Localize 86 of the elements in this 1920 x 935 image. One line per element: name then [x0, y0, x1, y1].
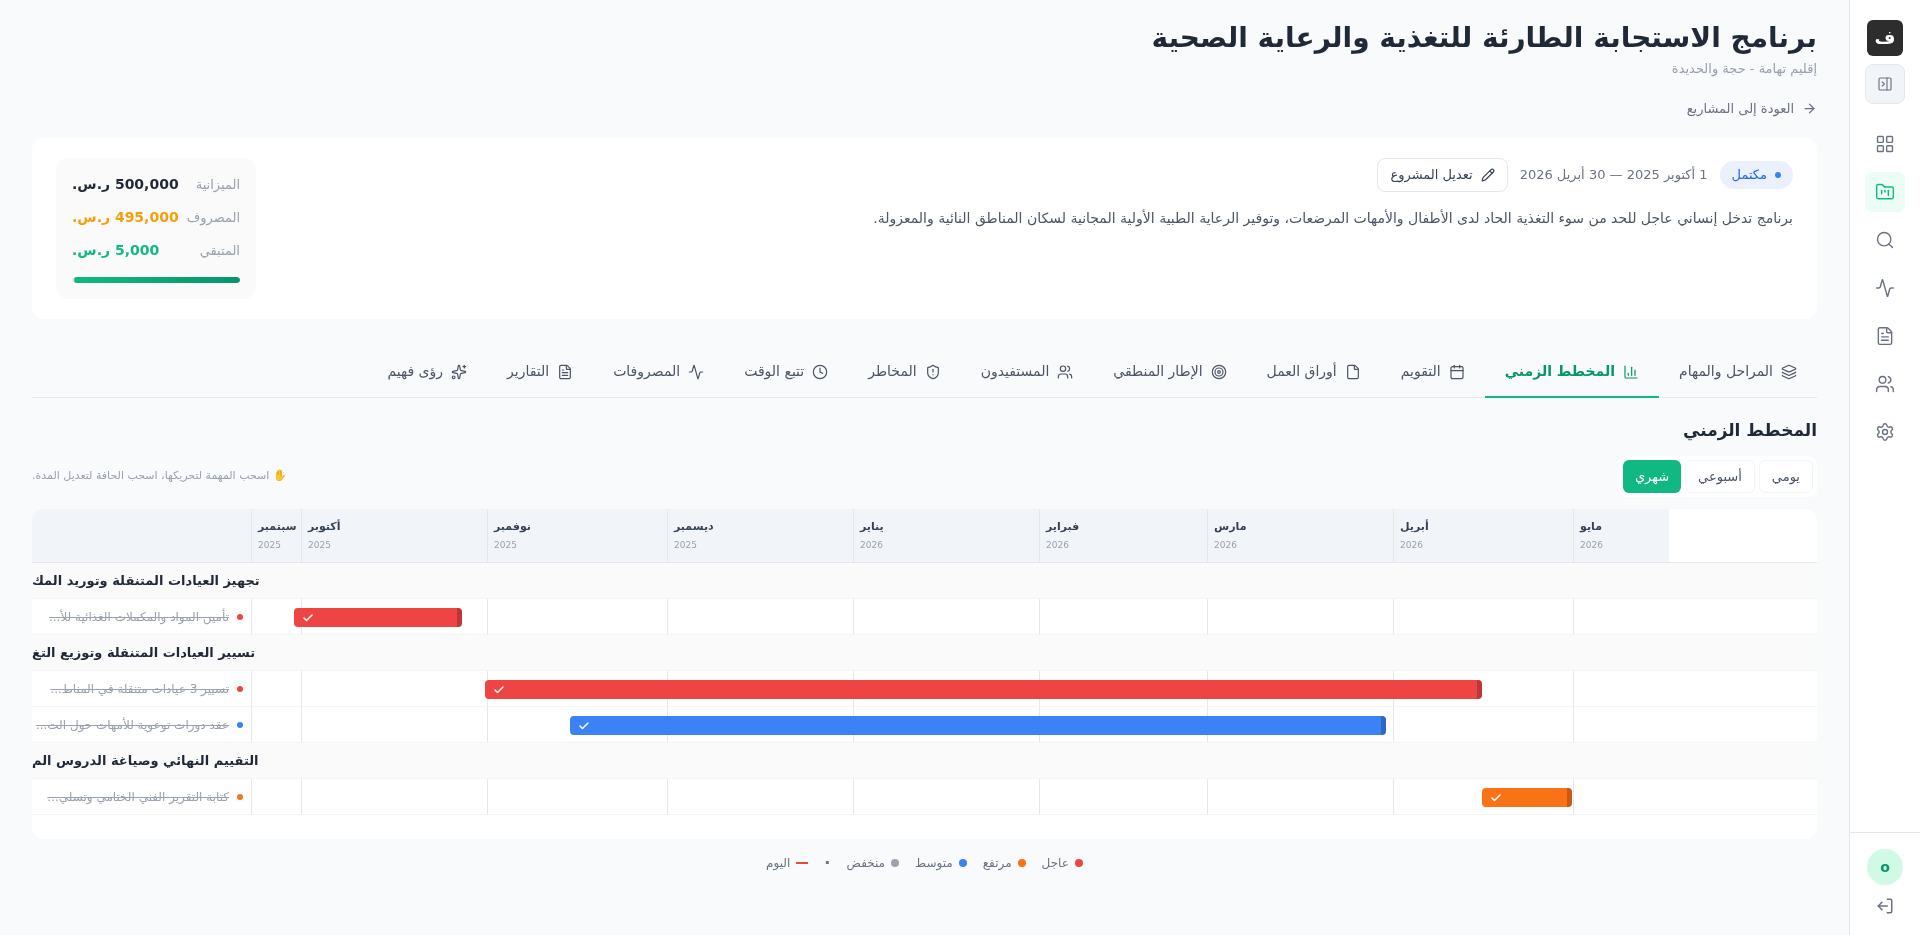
nav-item[interactable]	[1865, 172, 1905, 212]
budget-value: 495,000 ر.س.	[72, 208, 179, 227]
activity-icon	[688, 363, 705, 380]
section-title: المخطط الزمني	[1683, 419, 1817, 443]
grid-icon	[1875, 134, 1895, 154]
legend-label: متوسط	[915, 855, 953, 872]
tab[interactable]: المصروفات	[593, 347, 725, 398]
budget-value: 5,000 ر.س.	[72, 241, 160, 260]
tab[interactable]: التقارير	[487, 347, 594, 398]
month-name: يناير	[860, 518, 884, 535]
legend-label: عاجل	[1041, 855, 1069, 872]
month-year: 2025	[258, 539, 281, 552]
layers-icon	[1781, 363, 1797, 380]
logout-icon[interactable]	[1876, 897, 1894, 915]
today-line-icon	[796, 862, 809, 864]
users-icon	[1057, 363, 1074, 380]
folder-icon	[1875, 182, 1895, 202]
tab[interactable]: المستفيدون	[960, 347, 1094, 398]
check-icon	[578, 719, 590, 732]
users-icon	[1875, 374, 1895, 394]
budget-label: المصروف	[186, 208, 240, 228]
activity-icon	[1875, 278, 1895, 298]
month-year: 2025	[674, 539, 697, 552]
month-year: 2026	[1214, 539, 1237, 552]
phase-name: تسيير العيادات المتنقلة وتوزيع التغ	[32, 643, 256, 662]
tab[interactable]: المخاطر	[848, 347, 961, 398]
month-name: سبتمبر	[258, 518, 297, 535]
project-description: برنامج تدخل إنساني عاجل للحد من سوء التغذية الحاد لدى الأطفال والأمهات المرضعات، وتوفير الرعاية الطبية الأولية المجانية لسكان المناطق النائية والمعزولة.	[873, 208, 1793, 229]
calendar-icon	[1448, 363, 1465, 380]
month-name: أكتوبر	[308, 518, 341, 535]
check-icon	[302, 611, 314, 624]
month-year: 2026	[1580, 539, 1603, 552]
month-name: فبراير	[1046, 518, 1080, 535]
status-badge: مكتمل	[1719, 161, 1793, 189]
legend-label: اليوم	[766, 855, 791, 872]
bar-chart-icon	[1623, 363, 1640, 380]
edit-project-button[interactable]: تعديل المشروع	[1377, 158, 1508, 192]
phase-name: التقييم النهائي وصياغة الدروس الم	[32, 751, 259, 770]
month-year: 2026	[1046, 539, 1069, 552]
month-year: 2025	[494, 539, 517, 552]
month-year: 2026	[1400, 539, 1423, 552]
settings-icon	[1875, 422, 1895, 442]
document-icon	[1344, 363, 1361, 380]
drag-hint: ✋ اسحب المهمة لتحريكها، اسحب الحافة لتعديل المدة.	[32, 468, 287, 484]
page-title: برنامج الاستجابة الطارئة للتغذية والرعاية الصحية	[1151, 20, 1817, 55]
month-year: 2025	[308, 539, 331, 552]
month-name: أبريل	[1400, 518, 1429, 535]
target-icon	[1210, 363, 1227, 380]
tab[interactable]: تتبع الوقت	[724, 347, 849, 398]
page-subtitle: إقليم تهامة - حجة والحديدة	[1671, 60, 1817, 79]
legend-label: منخفض	[846, 855, 885, 872]
document-icon	[1875, 326, 1895, 346]
tab[interactable]: التقويم	[1380, 347, 1485, 398]
tab[interactable]: أوراق العمل	[1246, 347, 1381, 398]
tab[interactable]: المخطط الزمني	[1484, 347, 1660, 398]
app-logo[interactable]: ف	[1867, 20, 1903, 56]
report-icon	[557, 363, 574, 380]
sparkles-icon	[451, 363, 468, 380]
budget-label: المتبقي	[199, 241, 240, 260]
view-toggle[interactable]: يومي	[1758, 459, 1813, 493]
month-year: 2026	[860, 539, 883, 552]
collapse-button[interactable]	[1865, 64, 1905, 104]
budget-value: 500,000 ر.س.	[72, 175, 179, 194]
search-icon	[1875, 230, 1895, 250]
month-name: مارس	[1214, 518, 1247, 535]
view-toggle[interactable]: أسبوعي	[1685, 459, 1755, 493]
project-dates: 1 أكتوبر 2025 — 30 أبريل 2026	[1519, 165, 1708, 185]
phase-name: تجهيز العيادات المتنقلة وتوريد المك	[32, 571, 260, 590]
shield-icon	[924, 363, 941, 380]
month-name: مايو	[1580, 518, 1602, 535]
collapse-icon	[1877, 76, 1893, 92]
month-name: نوفمبر	[494, 518, 531, 535]
task-bar[interactable]	[1482, 788, 1572, 807]
back-link[interactable]: العودة إلى المشاريع	[1686, 98, 1817, 118]
check-icon	[1490, 791, 1502, 804]
clock-icon	[812, 363, 829, 380]
tab[interactable]: المراحل والمهام	[1659, 347, 1817, 398]
tab[interactable]: رؤى فهيم	[367, 347, 488, 398]
budget-label: الميزانية	[195, 175, 240, 195]
tab[interactable]: الإطار المنطقي	[1093, 347, 1247, 398]
legend-label: مرتفع	[982, 855, 1012, 872]
check-icon	[493, 683, 505, 696]
arrow-right-icon	[1802, 100, 1817, 116]
legend-separator: ·	[824, 852, 831, 874]
pencil-icon	[1480, 167, 1495, 182]
month-name: ديسمبر	[674, 518, 714, 535]
